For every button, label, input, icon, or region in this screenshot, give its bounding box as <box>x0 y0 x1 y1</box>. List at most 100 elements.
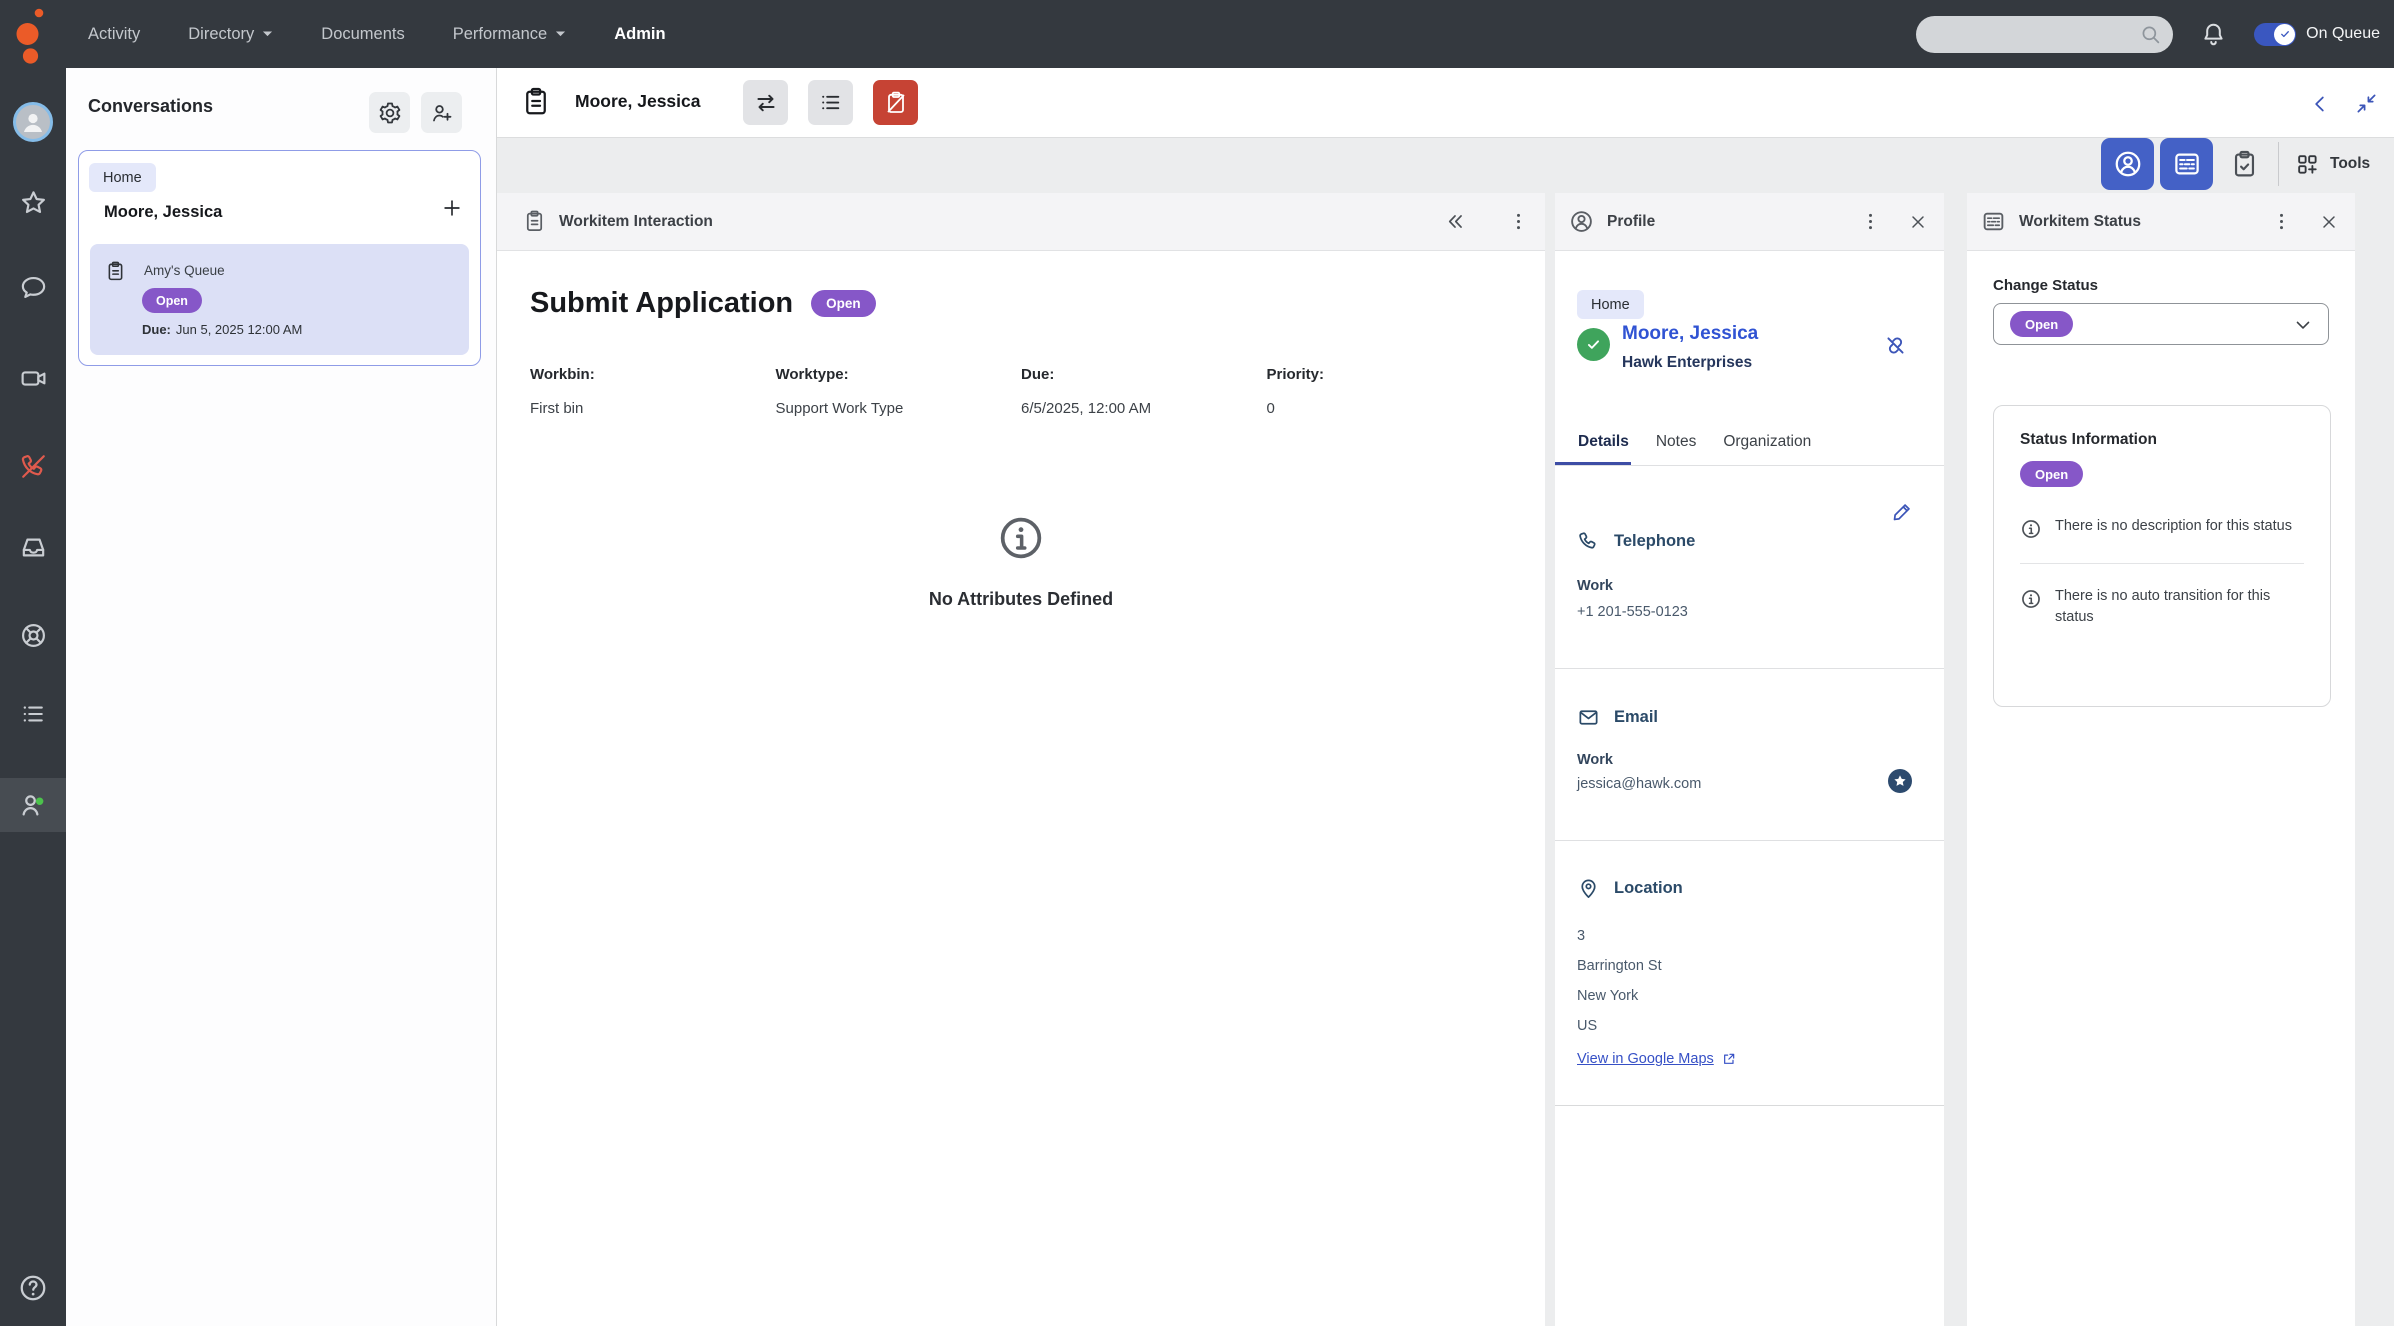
workitem-status-panel: Workitem Status Change Status Open Statu… <box>1967 193 2355 1326</box>
workitem-title: Submit Application <box>530 287 793 320</box>
conversation-contact-name: Moore, Jessica <box>104 203 222 222</box>
rail-inbox[interactable] <box>0 520 66 574</box>
toggle-knob <box>2274 24 2295 45</box>
nav-item-admin[interactable]: Admin <box>614 25 665 44</box>
rail-chat[interactable] <box>0 260 66 314</box>
life-ring-icon <box>19 621 48 650</box>
close-panel-button[interactable] <box>1908 212 1928 232</box>
collapse-left-button[interactable] <box>2308 92 2332 121</box>
nav-item-label: Directory <box>188 25 254 44</box>
nav-item-performance[interactable]: Performance <box>453 25 566 44</box>
contact-name-link[interactable]: Moore, Jessica <box>1622 323 1864 345</box>
rail-video[interactable] <box>0 351 66 405</box>
conversation-group-card: Home Moore, Jessica Amy's Queue Open Due… <box>78 150 481 366</box>
rail-favorites[interactable] <box>0 176 66 230</box>
side-rail <box>0 68 66 1326</box>
tab-notes[interactable]: Notes <box>1656 433 1697 451</box>
nav-item-activity[interactable]: Activity <box>88 25 140 44</box>
kebab-menu-icon <box>1860 211 1881 232</box>
panel-menu-button[interactable] <box>2271 211 2292 232</box>
field-workbin: Workbin: First bin <box>530 366 776 417</box>
tab-organization[interactable]: Organization <box>1723 433 1811 451</box>
agent-presence-icon <box>18 790 48 820</box>
genesys-logo-icon <box>15 5 46 70</box>
disconnect-workitem-button[interactable] <box>873 80 918 125</box>
avatar-icon <box>13 102 53 142</box>
details-list-button[interactable] <box>808 80 853 125</box>
rail-help[interactable] <box>0 1261 66 1315</box>
google-maps-link[interactable]: View in Google Maps <box>1577 1044 1737 1074</box>
conversation-list-item[interactable]: Amy's Queue Open Due:Jun 5, 2025 12:00 A… <box>90 244 469 355</box>
notifications-bell-icon[interactable] <box>2200 21 2227 48</box>
transfer-arrows-icon <box>753 90 779 116</box>
close-icon <box>1908 212 1928 232</box>
chat-bubble-icon <box>19 273 48 302</box>
person-plus-icon <box>430 101 454 125</box>
workitem-interaction-panel: Workitem Interaction Submit Application … <box>497 193 1545 1326</box>
address-line: Barrington St <box>1577 951 1737 981</box>
field-worktype: Worktype: Support Work Type <box>776 366 1022 417</box>
conversations-panel: Conversations Home Moore, Jessica Amy's … <box>66 68 497 1326</box>
rail-list[interactable] <box>0 687 66 741</box>
user-avatar[interactable] <box>0 95 66 149</box>
clipboard-icon <box>523 210 546 233</box>
minimize-button[interactable] <box>2355 92 2378 120</box>
email-type-label: Work <box>1577 752 1613 768</box>
rail-agent-status[interactable] <box>0 778 66 832</box>
chevron-left-icon <box>2308 92 2332 116</box>
rail-support[interactable] <box>0 608 66 662</box>
status-information-title: Status Information <box>2020 431 2304 449</box>
collapse-panel-button[interactable] <box>1444 210 1467 233</box>
close-panel-button[interactable] <box>2319 212 2339 232</box>
location-section: Location 3 Barrington St New York US Vie… <box>1555 841 1944 1106</box>
profile-panel-toggle-button[interactable] <box>2101 138 2154 190</box>
home-chip[interactable]: Home <box>1577 290 1644 319</box>
unlink-contact-button[interactable] <box>1883 333 1908 363</box>
status-badge: Open <box>2020 461 2083 487</box>
workitem-status-toggle-button[interactable] <box>2160 138 2213 190</box>
nav-item-label: Performance <box>453 25 547 44</box>
panel-menu-button[interactable] <box>1860 211 1881 232</box>
script-panel-button[interactable] <box>2224 144 2264 184</box>
panel-menu-button[interactable] <box>1508 211 1529 232</box>
app-root: Activity Directory Documents Performance… <box>0 0 2394 1326</box>
tab-details[interactable]: Details <box>1578 433 1629 451</box>
home-tab-chip[interactable]: Home <box>89 163 156 192</box>
conversations-settings-button[interactable] <box>369 92 410 133</box>
telephone-section: Telephone Work +1 201-555-0123 <box>1555 466 1944 669</box>
primary-email-star-button[interactable] <box>1888 769 1912 793</box>
check-icon <box>2279 28 2291 40</box>
person-circle-icon <box>1569 209 1594 234</box>
rail-phone-disabled[interactable] <box>0 439 66 493</box>
status-dropdown[interactable]: Open <box>1993 303 2329 345</box>
nav-item-documents[interactable]: Documents <box>321 25 404 44</box>
profile-header: Profile <box>1555 193 1944 251</box>
on-queue-toggle[interactable] <box>2254 23 2296 46</box>
search-icon <box>2139 23 2162 46</box>
contact-company: Hawk Enterprises <box>1622 354 1864 372</box>
phone-number: +1 201-555-0123 <box>1577 604 1688 620</box>
profile-identity: Moore, Jessica Hawk Enterprises <box>1577 323 1864 372</box>
phone-type-label: Work <box>1577 578 1613 594</box>
add-participant-button[interactable] <box>421 92 462 133</box>
search-input[interactable] <box>1932 16 2136 55</box>
external-link-icon <box>1721 1051 1737 1067</box>
clipboard-check-icon <box>2230 150 2259 179</box>
phone-slash-icon <box>19 452 48 481</box>
status-message: There is no description for this status <box>2055 516 2297 537</box>
card-divider <box>2020 563 2304 564</box>
status-message: There is no auto transition for this sta… <box>2055 586 2297 628</box>
global-search <box>1916 16 2173 53</box>
interaction-header: Moore, Jessica <box>497 68 2394 138</box>
location-heading: Location <box>1577 877 1683 900</box>
transfer-button[interactable] <box>743 80 788 125</box>
address-lines: 3 Barrington St New York US View in Goog… <box>1577 921 1737 1074</box>
tools-button[interactable]: Tools <box>2295 138 2370 190</box>
add-interaction-button[interactable] <box>441 197 463 224</box>
workitem-fields: Workbin: First bin Worktype: Support Wor… <box>530 366 1512 417</box>
nav-item-directory[interactable]: Directory <box>188 25 273 44</box>
edit-contact-button[interactable] <box>1891 500 1914 528</box>
status-board-icon <box>1981 209 2006 234</box>
interaction-contact-name: Moore, Jessica <box>575 91 700 112</box>
status-message-row: There is no auto transition for this sta… <box>2020 586 2304 628</box>
